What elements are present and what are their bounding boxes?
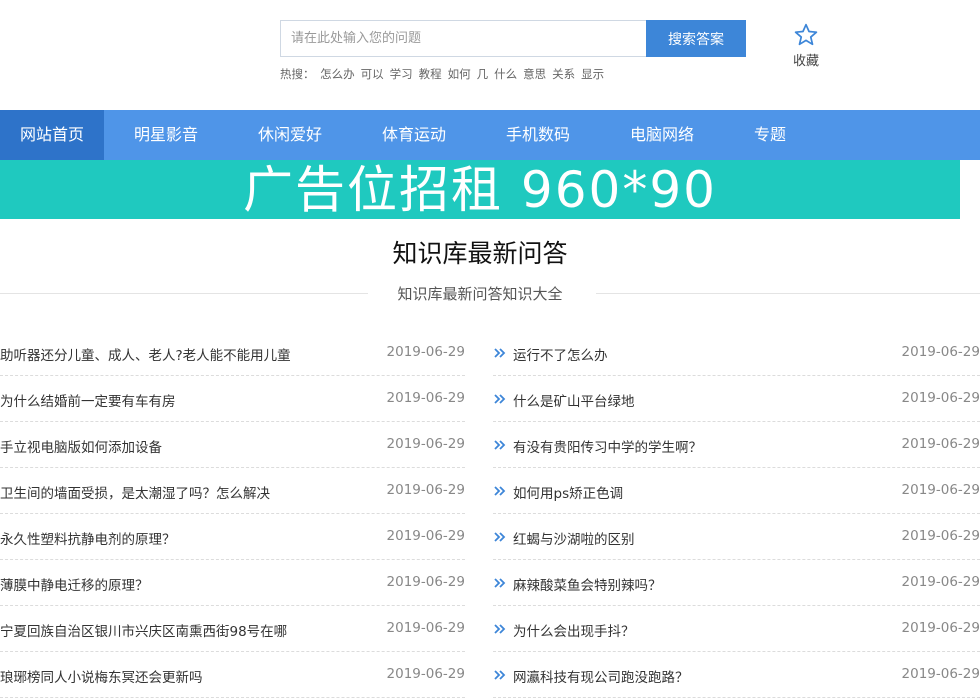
site-header: 搜索答案 热搜： 怎么办可以学习教程如何几什么意思关系显示 收藏 [0,0,980,110]
question-date: 2019-06-29 [386,344,465,360]
nav-item[interactable]: 明星影音 [104,110,228,160]
question-link[interactable]: 运行不了怎么办 [513,344,608,364]
double-chevron-right-icon [494,670,506,680]
question-link[interactable]: 麻辣酸菜鱼会特别辣吗？ [513,574,662,594]
question-date: 2019-06-29 [901,390,980,406]
list-item: 麻辣酸菜鱼会特别辣吗？ 2019-06-29 [493,560,980,606]
list-item: 什么是矿山平台绿地 2019-06-29 [493,376,980,422]
question-link[interactable]: 助听器还分儿童、成人、老人?老人能不能用儿童 [0,344,291,364]
hot-search-link[interactable]: 怎么办 [320,67,355,81]
double-chevron-right-icon [494,440,506,450]
question-link[interactable]: 有没有贵阳传习中学的学生啊？ [513,436,702,456]
question-date: 2019-06-29 [386,666,465,682]
list-item: 红蝎与沙湖啦的区别 2019-06-29 [493,514,980,560]
double-chevron-right-icon [494,578,506,588]
nav-item[interactable]: 网站首页 [0,110,104,160]
question-link[interactable]: 网瀛科技有现公司跑没跑路？ [513,666,689,686]
hot-search-link[interactable]: 几 [477,67,489,81]
list-item: 网瀛科技有现公司跑没跑路？ 2019-06-29 [493,652,980,698]
question-link[interactable]: 琅琊榜同人小说梅东冥还会更新吗 [0,666,203,686]
list-item: 薄膜中静电迁移的原理？ 2019-06-29 [0,560,465,606]
question-date: 2019-06-29 [386,482,465,498]
question-link[interactable]: 薄膜中静电迁移的原理？ [0,574,149,594]
nav-item[interactable]: 电脑网络 [600,110,724,160]
star-icon [794,23,818,46]
hot-search-link[interactable]: 显示 [581,67,604,81]
search-input[interactable] [280,20,646,57]
nav-item[interactable]: 专题 [724,110,816,160]
list-item: 永久性塑料抗静电剂的原理？ 2019-06-29 [0,514,465,560]
nav-item[interactable]: 休闲爱好 [228,110,352,160]
question-date: 2019-06-29 [901,528,980,544]
nav-item[interactable]: 体育运动 [352,110,476,160]
question-link[interactable]: 卫生间的墙面受损，是太潮湿了吗？怎么解决 [0,482,270,502]
hot-search-label: 热搜： [280,67,315,81]
question-link[interactable]: 红蝎与沙湖啦的区别 [513,528,635,548]
hot-search-row: 热搜： 怎么办 可以 学习 教程 如何几什么 意思 关系 显示 [280,66,610,82]
double-chevron-right-icon [494,486,506,496]
question-link[interactable]: 永久性塑料抗静电剂的原理？ [0,528,176,548]
search-button[interactable]: 搜索答案 [646,20,746,57]
question-date: 2019-06-29 [901,666,980,682]
list-item: 为什么结婚前一定要有车有房 2019-06-29 [0,376,465,422]
question-date: 2019-06-29 [901,482,980,498]
main-nav: 网站首页 明星影音 休闲爱好 体育运动 手机数码 电脑网络 专题 [0,110,980,160]
search-box: 搜索答案 [280,20,746,57]
hot-search-link[interactable]: 如何 [448,67,471,81]
question-link[interactable]: 手立视电脑版如何添加设备 [0,436,162,456]
favorite-label: 收藏 [792,54,819,69]
double-chevron-right-icon [494,624,506,634]
section-title: 知识库最新问答 [392,239,568,268]
list-item: 为什么会出现手抖？ 2019-06-29 [493,606,980,652]
list-item: 运行不了怎么办 2019-06-29 [493,330,980,376]
hot-search-link[interactable]: 关系 [552,67,575,81]
favorite-button[interactable]: 收藏 [786,22,826,69]
qa-list-left: 助听器还分儿童、成人、老人?老人能不能用儿童 2019-06-29 为什么结婚前一定… [0,330,465,698]
section-subtitle: 知识库最新问答知识大全 [397,285,563,303]
double-chevron-right-icon [494,394,506,404]
nav-item[interactable]: 手机数码 [476,110,600,160]
question-link[interactable]: 为什么结婚前一定要有车有房 [0,390,176,410]
hot-search-link[interactable]: 教程 [419,67,442,81]
question-date: 2019-06-29 [901,436,980,452]
list-item: 琅琊榜同人小说梅东冥还会更新吗 2019-06-29 [0,652,465,698]
hot-search-link[interactable]: 学习 [390,67,413,81]
question-date: 2019-06-29 [901,344,980,360]
double-chevron-right-icon [494,348,506,358]
question-date: 2019-06-29 [386,436,465,452]
question-link[interactable]: 宁夏回族自治区银川市兴庆区南熏西街98号在哪 [0,620,287,640]
question-date: 2019-06-29 [386,528,465,544]
list-item: 宁夏回族自治区银川市兴庆区南熏西街98号在哪 2019-06-29 [0,606,465,652]
question-date: 2019-06-29 [386,390,465,406]
question-date: 2019-06-29 [901,574,980,590]
list-item: 手立视电脑版如何添加设备 2019-06-29 [0,422,465,468]
double-chevron-right-icon [494,532,506,542]
list-item: 有没有贵阳传习中学的学生啊？ 2019-06-29 [493,422,980,468]
question-link[interactable]: 为什么会出现手抖？ [513,620,635,640]
hot-search-link[interactable]: 意思 [523,67,546,81]
list-item: 如何用ps矫正色调 2019-06-29 [493,468,980,514]
question-date: 2019-06-29 [901,620,980,636]
list-item: 卫生间的墙面受损，是太潮湿了吗？怎么解决 2019-06-29 [0,468,465,514]
question-link[interactable]: 什么是矿山平台绿地 [513,390,635,410]
hot-search-link[interactable]: 什么 [494,67,517,81]
question-date: 2019-06-29 [386,574,465,590]
ad-banner[interactable]: 广告位招租 960*90 [0,160,960,219]
question-link[interactable]: 如何用ps矫正色调 [513,482,623,502]
hot-search-link[interactable]: 可以 [361,67,384,81]
question-date: 2019-06-29 [386,620,465,636]
qa-list-right: 运行不了怎么办 2019-06-29 什么是矿山平台绿地 2019-06-29 有没有贵… [493,330,980,698]
list-item: 助听器还分儿童、成人、老人?老人能不能用儿童 2019-06-29 [0,330,465,376]
